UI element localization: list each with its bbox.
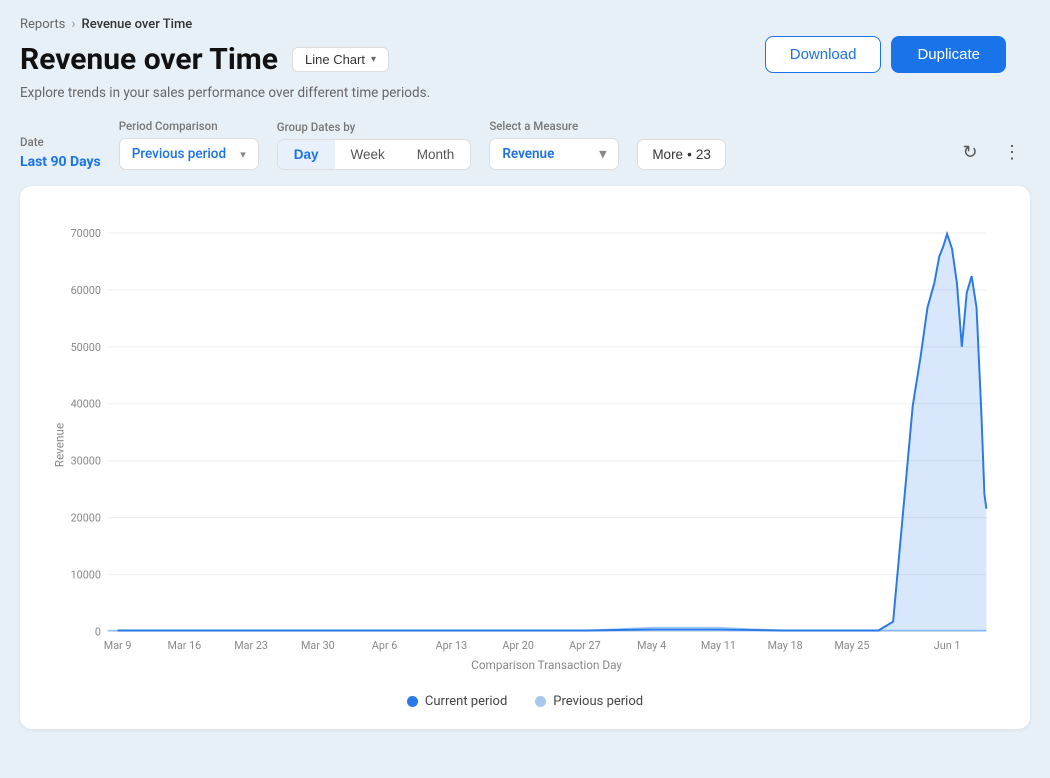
group-dates-label: Group Dates by: [277, 120, 472, 134]
refresh-button[interactable]: ↻: [952, 134, 988, 170]
chart-card: Revenue 0 10000 20000 30000 40000: [20, 186, 1030, 729]
breadcrumb-parent[interactable]: Reports: [20, 17, 65, 32]
svg-text:May 18: May 18: [768, 639, 803, 652]
legend-previous: Previous period: [535, 694, 643, 709]
page-title: Revenue over Time: [20, 42, 278, 77]
current-period-area: [108, 234, 987, 632]
more-label: More: [652, 147, 683, 162]
measure-value: Revenue: [502, 146, 554, 162]
download-button[interactable]: Download: [765, 36, 882, 73]
group-dates-group: Group Dates by Day Week Month: [277, 120, 472, 170]
line-chart-svg: Revenue 0 10000 20000 30000 40000: [44, 210, 1006, 680]
page-subtitle: Explore trends in your sales performance…: [20, 85, 1030, 101]
group-dates-buttons: Day Week Month: [277, 139, 472, 170]
more-vert-icon: ⋮: [1003, 142, 1021, 163]
header-actions: Download Duplicate: [765, 36, 1006, 73]
svg-text:30000: 30000: [71, 455, 101, 468]
measure-group: Select a Measure Revenue ▾: [489, 119, 619, 170]
group-week-button[interactable]: Week: [335, 140, 401, 169]
svg-text:Jun 1: Jun 1: [934, 639, 961, 652]
period-comparison-group: Period Comparison Previous period ▾: [119, 119, 259, 170]
x-axis: Mar 9 Mar 16 Mar 23 Mar 30 Apr 6 Apr 13 …: [104, 639, 961, 652]
measure-label: Select a Measure: [489, 119, 619, 133]
svg-text:Mar 23: Mar 23: [234, 639, 268, 652]
date-filter-group: Date Last 90 Days: [20, 135, 101, 170]
refresh-icon: ↻: [962, 142, 977, 163]
chart-type-button[interactable]: Line Chart ▾: [292, 47, 389, 72]
more-dot: •: [687, 147, 692, 162]
legend-previous-label: Previous period: [553, 694, 643, 709]
svg-text:10000: 10000: [71, 569, 101, 582]
svg-text:50000: 50000: [71, 341, 101, 354]
chart-legend: Current period Previous period: [44, 694, 1006, 709]
chart-type-label: Line Chart: [305, 52, 365, 67]
breadcrumb-separator: ›: [71, 16, 75, 32]
svg-text:May 4: May 4: [637, 639, 666, 652]
svg-text:0: 0: [95, 625, 101, 638]
group-day-button[interactable]: Day: [278, 140, 335, 169]
date-filter-value[interactable]: Last 90 Days: [20, 154, 101, 170]
svg-text:Apr 6: Apr 6: [372, 639, 397, 652]
svg-text:60000: 60000: [71, 284, 101, 297]
measure-chevron-icon: ▾: [600, 146, 607, 162]
svg-text:Mar 30: Mar 30: [301, 639, 335, 652]
duplicate-button[interactable]: Duplicate: [891, 36, 1006, 73]
y-axis: 0 10000 20000 30000 40000 50000 60000: [71, 227, 987, 639]
measure-select[interactable]: Revenue ▾: [489, 138, 619, 170]
svg-text:20000: 20000: [71, 512, 101, 525]
breadcrumb: Reports › Revenue over Time: [20, 16, 1030, 32]
svg-text:Apr 27: Apr 27: [569, 639, 601, 652]
svg-text:Apr 13: Apr 13: [436, 639, 468, 652]
svg-text:70000: 70000: [71, 227, 101, 240]
more-options-button[interactable]: ⋮: [994, 134, 1030, 170]
svg-text:Apr 20: Apr 20: [502, 639, 534, 652]
filters-row: Date Last 90 Days Period Comparison Prev…: [20, 119, 1030, 170]
more-group: More • 23: [637, 120, 726, 170]
period-select[interactable]: Previous period ▾: [119, 138, 259, 170]
svg-text:Mar 9: Mar 9: [104, 639, 132, 652]
breadcrumb-current: Revenue over Time: [82, 17, 193, 32]
period-chevron-icon: ▾: [240, 148, 246, 161]
more-count: 23: [696, 147, 711, 162]
y-axis-label: Revenue: [53, 423, 67, 468]
previous-period-dot: [535, 696, 546, 707]
chart-area: Revenue 0 10000 20000 30000 40000: [44, 210, 1006, 680]
current-period-line: [118, 234, 987, 631]
date-filter-label: Date: [20, 135, 101, 149]
chart-type-chevron-icon: ▾: [371, 54, 376, 65]
svg-text:Mar 16: Mar 16: [168, 639, 202, 652]
legend-current: Current period: [407, 694, 507, 709]
current-period-dot: [407, 696, 418, 707]
svg-text:May 25: May 25: [834, 639, 869, 652]
period-value: Previous period: [132, 146, 226, 162]
group-month-button[interactable]: Month: [401, 140, 471, 169]
more-button[interactable]: More • 23: [637, 139, 726, 170]
svg-text:May 11: May 11: [701, 639, 736, 652]
period-label: Period Comparison: [119, 119, 259, 133]
svg-text:40000: 40000: [71, 398, 101, 411]
legend-current-label: Current period: [425, 694, 507, 709]
icon-actions: ↻ ⋮: [952, 134, 1030, 170]
x-axis-label: Comparison Transaction Day: [471, 658, 622, 672]
